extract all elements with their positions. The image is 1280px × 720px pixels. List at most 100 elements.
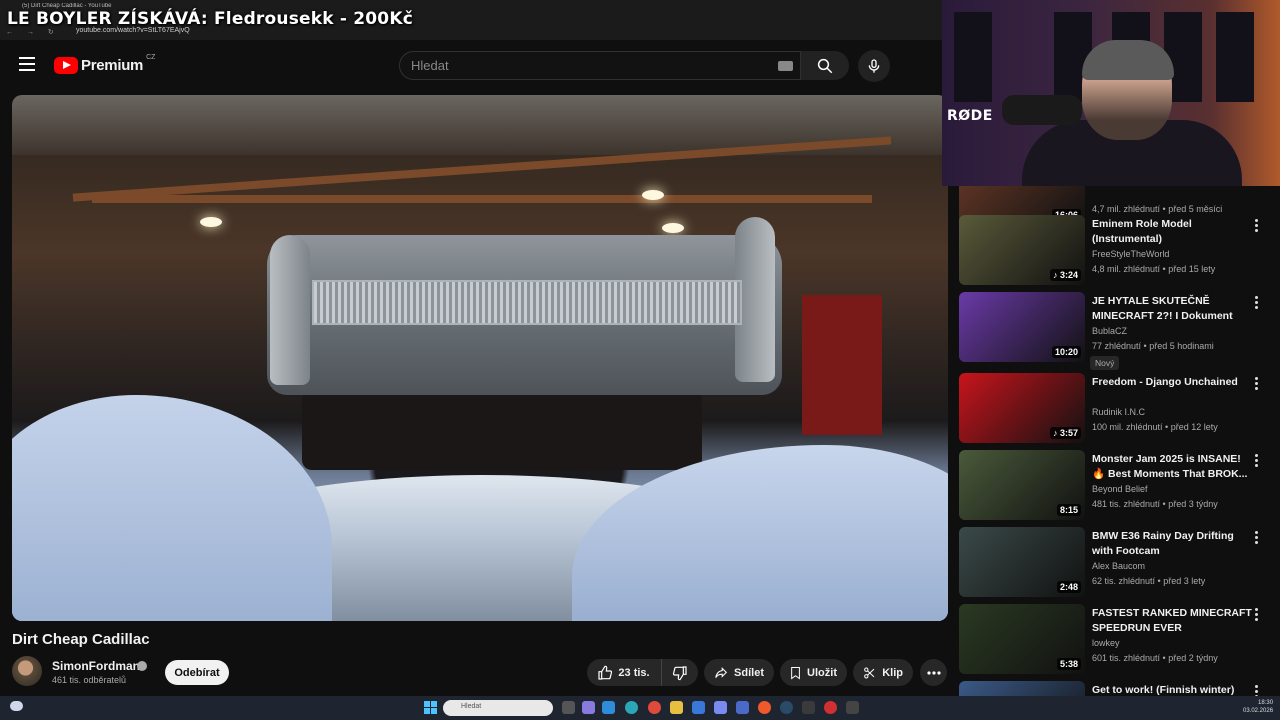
channel-avatar[interactable] xyxy=(12,656,42,686)
more-vertical-icon[interactable] xyxy=(1250,219,1262,235)
app-icon[interactable] xyxy=(824,701,837,714)
recommendation-channel: Rudinik I.N.C xyxy=(1092,407,1146,417)
dislike-button[interactable] xyxy=(661,659,698,686)
webcam-acoustic-panel xyxy=(954,12,992,102)
recommendation-channel: Alex Baucom xyxy=(1092,561,1146,571)
voice-search-button[interactable] xyxy=(858,50,890,82)
recommendation-title[interactable]: Monster Jam 2025 is INSANE! 🔥 Best Momen… xyxy=(1092,452,1252,482)
more-actions-button[interactable] xyxy=(920,659,947,686)
recommendation-title[interactable]: Freedom - Django Unchained xyxy=(1092,375,1252,390)
video-thumbnail[interactable]: 8:15 xyxy=(959,450,1085,520)
edge-icon[interactable] xyxy=(625,701,638,714)
taskbar-search[interactable]: Hledat xyxy=(443,700,553,716)
recommendation-meta: 481 tis. zhlédnutí • před 3 týdny xyxy=(1092,499,1218,509)
save-label: Uložit xyxy=(807,666,837,679)
browser-nav-buttons[interactable]: ← → ↻ xyxy=(6,28,60,36)
obs-icon[interactable] xyxy=(846,701,859,714)
duration-badge: 10:20 xyxy=(1051,346,1081,358)
taskbar-clock[interactable]: 18:30 03.02.2026 xyxy=(1243,699,1273,715)
mail-icon[interactable] xyxy=(692,701,705,714)
youtube-logo[interactable]: Premium CZ xyxy=(54,54,155,75)
video-thumbnail[interactable]: 10:20 xyxy=(959,292,1085,362)
channel-name[interactable]: SimonFordman xyxy=(52,659,140,673)
recommendation-item[interactable]: 10:20 JE HYTALE SKUTEČNĚ MINECRAFT 2?! I … xyxy=(955,292,1280,370)
video-scene-beam xyxy=(92,195,872,203)
yt-header: Premium CZ xyxy=(0,40,942,90)
duration-badge: 5:38 xyxy=(1056,658,1081,670)
folder-icon[interactable] xyxy=(670,701,683,714)
recommendation-meta: 601 tis. zhlédnutí • před 2 týdny xyxy=(1092,653,1218,663)
mic-brand-label: RØDE xyxy=(947,108,993,124)
recommendation-title[interactable]: BMW E36 Rainy Day Drifting with Footcam xyxy=(1092,529,1252,559)
subscribe-button[interactable]: Odebírat xyxy=(165,660,229,685)
search-input[interactable] xyxy=(411,58,751,73)
webcam-overlay xyxy=(942,0,1280,186)
more-vertical-icon[interactable] xyxy=(1250,685,1262,696)
recommendation-item[interactable]: ♪ 3:57 Freedom - Django Unchained Rudinik … xyxy=(955,373,1280,447)
logo-text: Premium xyxy=(81,56,144,74)
clock-time: 18:30 xyxy=(1258,700,1274,706)
recommendation-title[interactable]: Eminem Role Model (Instrumental) xyxy=(1092,217,1252,247)
video-title: Dirt Cheap Cadillac xyxy=(12,631,150,648)
video-thumbnail[interactable]: ♪ 3:57 xyxy=(959,373,1085,443)
weather-icon[interactable] xyxy=(10,701,23,711)
clip-button[interactable]: Klip xyxy=(853,659,913,686)
keyboard-icon[interactable] xyxy=(778,61,793,71)
app-icon[interactable] xyxy=(802,701,815,714)
search-button[interactable] xyxy=(801,51,849,80)
like-button[interactable]: 23 tis. xyxy=(587,659,660,686)
subscriber-count: 461 tis. odběratelů xyxy=(52,675,127,685)
share-label: Sdílet xyxy=(734,666,764,679)
search-box xyxy=(399,51,801,80)
duration-badge: ♪ 3:57 xyxy=(1049,427,1081,439)
video-thumbnail[interactable]: ♪ 3:24 xyxy=(959,215,1085,285)
taskview-icon[interactable] xyxy=(562,701,575,714)
video-scene-tailfin xyxy=(270,235,310,385)
more-vertical-icon[interactable] xyxy=(1250,296,1262,312)
widgets-icon[interactable] xyxy=(582,701,595,714)
video-thumbnail[interactable]: 5:38 xyxy=(959,604,1085,674)
like-count: 23 tis. xyxy=(618,666,650,679)
recommendation-meta: 100 mil. zhlédnutí • před 12 lety xyxy=(1092,422,1218,432)
recommendation-channel: lowkey xyxy=(1092,638,1120,648)
recommendation-item[interactable]: Get to work! (Finnish winter) xyxy=(955,681,1280,696)
youtube-play-icon xyxy=(54,56,78,74)
start-button[interactable] xyxy=(424,701,437,714)
search-icon xyxy=(817,58,833,73)
video-thumbnail[interactable]: 2:48 xyxy=(959,527,1085,597)
thumbs-down-icon xyxy=(672,665,687,680)
recommendation-channel: Beyond Belief xyxy=(1092,484,1148,494)
video-thumbnail[interactable] xyxy=(959,681,1085,696)
save-button[interactable]: Uložit xyxy=(780,659,847,686)
share-button[interactable]: Sdílet xyxy=(704,659,774,686)
recommendation-item[interactable]: 8:15 Monster Jam 2025 is INSANE! 🔥 Best M… xyxy=(955,450,1280,524)
os-taskbar: Hledat 18:30 03.02.2026 xyxy=(0,696,1280,720)
duration-badge: 2:48 xyxy=(1056,581,1081,593)
more-vertical-icon[interactable] xyxy=(1250,608,1262,624)
recommendation-title[interactable]: Get to work! (Finnish winter) xyxy=(1092,683,1252,696)
recommendation-item[interactable]: 2:48 BMW E36 Rainy Day Drifting with Foot… xyxy=(955,527,1280,601)
video-player[interactable] xyxy=(12,95,948,621)
recommendation-channel: BublaCZ xyxy=(1092,326,1128,336)
like-dislike-group: 23 tis. xyxy=(587,659,698,686)
discord-icon[interactable] xyxy=(714,701,727,714)
menu-icon[interactable] xyxy=(19,57,35,71)
more-vertical-icon[interactable] xyxy=(1250,454,1262,470)
clip-label: Klip xyxy=(882,666,903,679)
taskbar-search-placeholder: Hledat xyxy=(461,703,482,710)
recommendation-title[interactable]: JE HYTALE SKUTEČNĚ MINECRAFT 2?! I Dokum… xyxy=(1092,294,1252,324)
steam-icon[interactable] xyxy=(780,701,793,714)
app-icon[interactable] xyxy=(736,701,749,714)
more-vertical-icon[interactable] xyxy=(1250,531,1262,547)
recommendation-item[interactable]: ♪ 3:24 Eminem Role Model (Instrumental) Fr… xyxy=(955,215,1280,289)
recommendation-item[interactable]: 5:38 FASTEST RANKED MINECRAFT SPEEDRUN EV… xyxy=(955,604,1280,678)
share-icon xyxy=(715,666,728,678)
duration-badge: ♪ 3:24 xyxy=(1049,269,1081,281)
browser-icon[interactable] xyxy=(758,701,771,714)
video-scene-lamp xyxy=(200,217,222,227)
more-horizontal-icon xyxy=(926,670,941,675)
more-vertical-icon[interactable] xyxy=(1250,377,1262,393)
file-explorer-icon[interactable] xyxy=(602,701,615,714)
chrome-icon[interactable] xyxy=(648,701,661,714)
recommendation-title[interactable]: FASTEST RANKED MINECRAFT SPEEDRUN EVER xyxy=(1092,606,1252,636)
